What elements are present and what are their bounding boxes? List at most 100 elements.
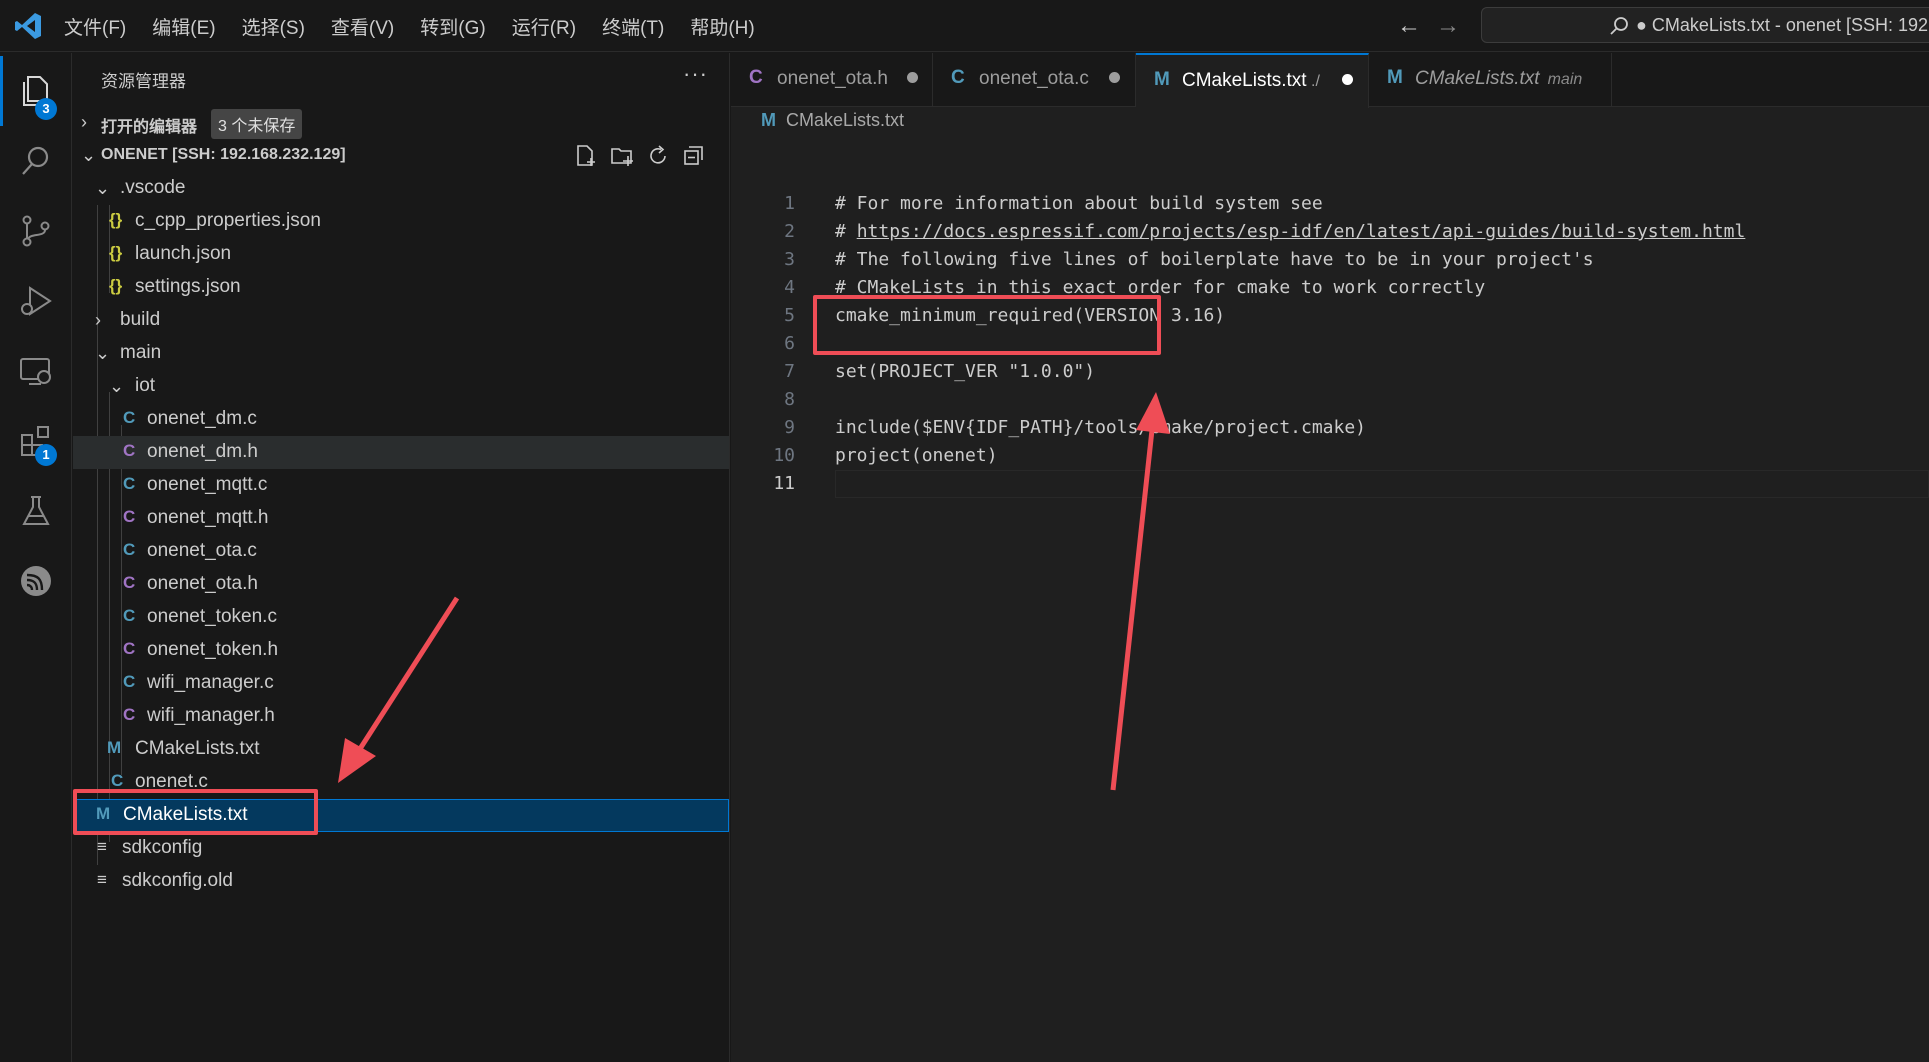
search-icon (22, 146, 49, 175)
tree-item-label: launch.json (135, 243, 232, 264)
menu-terminal[interactable]: 终端(T) (602, 13, 664, 40)
tree-folder-build[interactable]: › build (73, 304, 729, 337)
tab-label: CMakeLists.txt main (1415, 68, 1583, 89)
tree-item-label: c_cpp_properties.json (135, 210, 321, 231)
menu-view[interactable]: 查看(V) (331, 13, 394, 40)
unsaved-dot-icon[interactable] (1109, 72, 1120, 83)
code-line: 1 # For more information about build syst… (784, 193, 1323, 214)
tree-file-onenet-dm-h[interactable]: C onenet_dm.h (73, 436, 729, 469)
cmake-file-icon: M (1154, 69, 1170, 90)
chevron-down-icon: ⌄ (95, 178, 111, 198)
menu-run[interactable]: 运行(R) (512, 13, 576, 40)
menu-file[interactable]: 文件(F) (64, 13, 126, 40)
activity-search[interactable] (0, 126, 72, 196)
activity-testing[interactable] (0, 476, 72, 546)
activity-extensions[interactable]: 1 (0, 406, 72, 476)
tree-file-onenet-token-h[interactable]: C onenet_token.h (73, 634, 729, 667)
tree-folder-main[interactable]: ⌄ main (73, 337, 729, 370)
tree-item-label: onenet_ota.c (147, 540, 257, 561)
chevron-right-icon: › (81, 112, 87, 132)
h-file-icon: C (123, 573, 136, 592)
docs-link[interactable]: https://docs.espressif.com/projects/esp-… (857, 221, 1746, 242)
tree-file-main-cmakelists[interactable]: M CMakeLists.txt (73, 733, 729, 766)
unsaved-dot-icon[interactable] (907, 72, 918, 83)
vscode-logo-icon (15, 13, 41, 39)
activity-espressif[interactable] (0, 546, 72, 616)
refresh-icon[interactable] (645, 143, 671, 169)
json-file-icon: {} (109, 276, 123, 295)
activity-explorer[interactable]: 3 (0, 56, 72, 126)
folder-header[interactable]: ⌄ ONENET [SSH: 192.168.232.129] (73, 139, 729, 172)
command-center[interactable]: ● CMakeLists.txt - onenet [SSH: 192.1 (1481, 7, 1929, 43)
unsaved-badge: 3 个未保存 (211, 109, 303, 139)
tree-item-label: onenet_mqtt.h (147, 507, 269, 528)
h-file-icon: C (123, 705, 136, 724)
tree-file-onenet-ota-h[interactable]: C onenet_ota.h (73, 568, 729, 601)
activity-remote-explorer[interactable] (0, 336, 72, 406)
title-bar: 文件(F) 编辑(E) 选择(S) 查看(V) 转到(G) 运行(R) 终端(T… (0, 0, 1929, 52)
tab-label: onenet_ota.h (777, 68, 888, 89)
tree-item-label: wifi_manager.h (147, 705, 275, 726)
activity-bar: 3 1 (0, 53, 72, 1062)
h-file-icon: C (123, 441, 136, 460)
breadcrumb[interactable]: M CMakeLists.txt (761, 110, 904, 131)
tree-item-label: iot (135, 375, 156, 396)
tree-folder-vscode[interactable]: ⌄ .vscode (73, 172, 729, 205)
chevron-down-icon: ⌄ (109, 376, 125, 396)
json-file-icon: {} (109, 210, 123, 229)
tree-file-c-cpp-properties[interactable]: {} c_cpp_properties.json (73, 205, 729, 238)
espressif-icon (21, 566, 51, 596)
tree-file-sdkconfig[interactable]: ≡ sdkconfig (73, 832, 729, 865)
source-control-icon (22, 215, 50, 247)
extensions-badge: 1 (35, 444, 57, 466)
open-editors-header[interactable]: › 打开的编辑器 3 个未保存 (73, 106, 729, 139)
tree-folder-iot[interactable]: ⌄ iot (73, 370, 729, 403)
arrow-left-icon[interactable]: ← (1397, 12, 1421, 40)
h-file-icon: C (749, 67, 763, 88)
tree-file-onenet-mqtt-c[interactable]: C onenet_mqtt.c (73, 469, 729, 502)
explorer-sidebar: 资源管理器 ··· › 打开的编辑器 3 个未保存 ⌄ ONENET [SSH:… (73, 53, 730, 1062)
highlight-box-code (813, 295, 1161, 355)
menu-edit[interactable]: 编辑(E) (152, 13, 215, 40)
menu-help[interactable]: 帮助(H) (690, 13, 754, 40)
tree-file-sdkconfig-old[interactable]: ≡ sdkconfig.old (73, 865, 729, 898)
code-line: 10 project(onenet) (773, 445, 998, 466)
tab-cmakelists-main[interactable]: M CMakeLists.txt main (1369, 53, 1612, 107)
unsaved-dot-icon[interactable] (1342, 74, 1353, 85)
tree-item-label: onenet_dm.h (147, 441, 258, 462)
tab-onenet-ota-h[interactable]: C onenet_ota.h (731, 53, 933, 107)
tree-file-wifi-manager-c[interactable]: C wifi_manager.c (73, 667, 729, 700)
cmake-file-icon: M (107, 738, 122, 757)
new-folder-icon[interactable] (609, 143, 635, 169)
tree-item-label: wifi_manager.c (147, 672, 274, 693)
menu-selection[interactable]: 选择(S) (242, 13, 305, 40)
h-file-icon: C (123, 639, 136, 658)
tab-cmakelists-root[interactable]: M CMakeLists.txt ./ (1136, 53, 1369, 108)
tree-item-label: onenet_dm.c (147, 408, 257, 429)
code-line-project-ver: 7 set(PROJECT_VER "1.0.0") (784, 361, 1096, 382)
tree-item-label: onenet_token.c (147, 606, 277, 627)
tree-file-onenet-dm-c[interactable]: C onenet_dm.c (73, 403, 729, 436)
collapse-all-icon[interactable] (681, 143, 707, 169)
tree-file-wifi-manager-h[interactable]: C wifi_manager.h (73, 700, 729, 733)
chevron-down-icon: ⌄ (81, 145, 97, 165)
tree-file-settings[interactable]: {} settings.json (73, 271, 729, 304)
activity-source-control[interactable] (0, 196, 72, 266)
tree-file-onenet-ota-c[interactable]: C onenet_ota.c (73, 535, 729, 568)
new-file-icon[interactable] (573, 143, 599, 169)
tree-item-label: sdkconfig (122, 837, 203, 858)
tree-file-onenet-mqtt-h[interactable]: C onenet_mqtt.h (73, 502, 729, 535)
tree-file-launch[interactable]: {} launch.json (73, 238, 729, 271)
menu-go[interactable]: 转到(G) (420, 13, 485, 40)
arrow-right-icon[interactable]: → (1436, 12, 1460, 40)
breadcrumb-file: CMakeLists.txt (786, 110, 905, 130)
c-file-icon: C (951, 67, 965, 88)
tree-file-onenet-token-c[interactable]: C onenet_token.c (73, 601, 729, 634)
tree-item-label: .vscode (120, 177, 186, 198)
menu-bar: 文件(F) 编辑(E) 选择(S) 查看(V) 转到(G) 运行(R) 终端(T… (64, 0, 781, 52)
more-actions-icon[interactable]: ··· (683, 61, 708, 87)
folder-label: ONENET [SSH: 192.168.232.129] (101, 146, 346, 163)
activity-run-debug[interactable] (0, 266, 72, 336)
code-line-current: 11 (731, 470, 1929, 498)
tab-onenet-ota-c[interactable]: C onenet_ota.c (933, 53, 1136, 107)
